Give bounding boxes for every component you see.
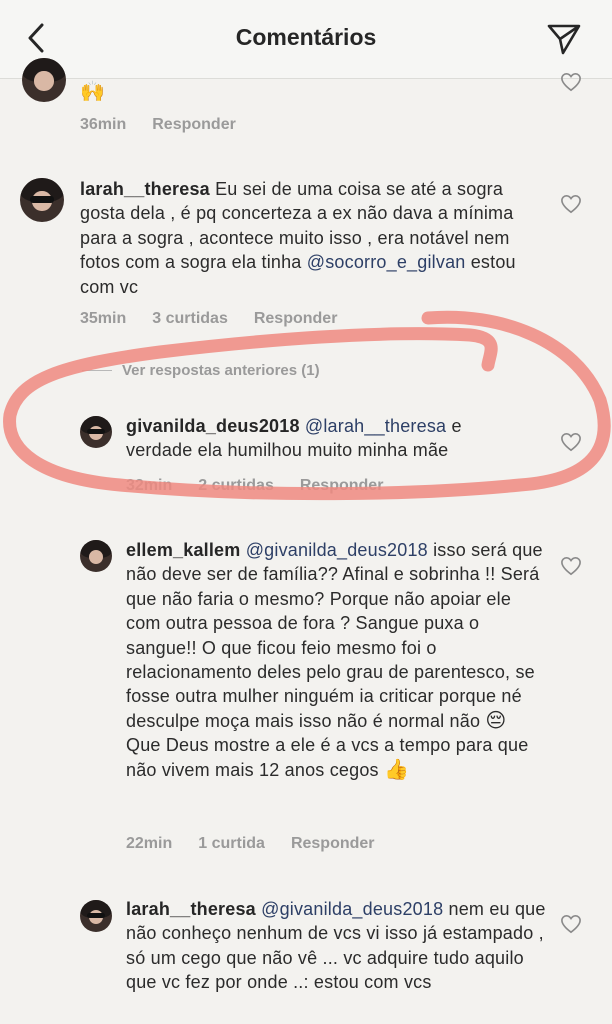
avatar[interactable] <box>80 540 112 572</box>
view-previous-label: Ver respostas anteriores (1) <box>122 362 320 379</box>
comment-body: larah__theresa Eu sei de uma coisa se at… <box>80 177 520 299</box>
page-title: Comentários <box>235 24 377 50</box>
avatar[interactable] <box>20 178 64 222</box>
reply-button[interactable]: Responder <box>152 116 236 134</box>
pensive-emoji: 😔 <box>485 709 507 732</box>
share-button[interactable] <box>544 20 584 58</box>
avatar[interactable] <box>80 416 112 448</box>
comment-meta: 22min 1 curtida Responder <box>126 835 375 853</box>
heart-icon[interactable] <box>560 556 582 576</box>
header-bar: Comentários <box>0 0 612 79</box>
view-previous-replies[interactable]: Ver respostas anteriores (1) <box>82 362 320 379</box>
avatar[interactable] <box>80 900 112 932</box>
comment-time: 32min <box>126 477 173 494</box>
comment-meta: 35min 3 curtidas Responder <box>80 310 337 328</box>
likes-count[interactable]: 1 curtida <box>198 835 265 853</box>
comment-text: isso será que não deve ser de família?? … <box>126 540 543 731</box>
avatar[interactable] <box>22 58 66 102</box>
reply-body: ellem_kallem @givanilda_deus2018 isso se… <box>126 538 546 782</box>
paper-plane-icon <box>547 24 581 55</box>
heart-icon[interactable] <box>560 432 582 452</box>
mention-link[interactable]: @givanilda_deus2018 <box>261 899 443 919</box>
comment-emoji: 🙌 <box>80 81 106 103</box>
reply-button[interactable]: Responder <box>254 310 338 328</box>
reply-button[interactable]: Responder <box>291 835 375 853</box>
reply-button[interactable]: Responder <box>300 477 384 495</box>
comment-time: 35min <box>80 310 127 327</box>
divider <box>82 370 112 371</box>
comment-time: 36min <box>80 116 127 133</box>
reply-body: givanilda_deus2018 @larah__theresa e ver… <box>126 414 516 463</box>
comment-username[interactable]: larah__theresa <box>80 179 210 199</box>
comment-meta: 32min 2 curtidas Responder <box>126 477 383 495</box>
comment-username[interactable]: givanilda_deus2018 <box>126 416 300 436</box>
comment-username[interactable]: larah__theresa <box>126 899 256 919</box>
thumbs-up-emoji: 👍 <box>383 758 410 781</box>
heart-icon[interactable] <box>560 914 582 934</box>
reply-body: larah__theresa @givanilda_deus2018 nem e… <box>126 897 546 995</box>
mention-link[interactable]: @givanilda_deus2018 <box>246 540 428 560</box>
comment-meta: 36min Responder <box>80 116 236 134</box>
likes-count[interactable]: 2 curtidas <box>198 477 274 495</box>
highlight-circle-annotation <box>3 310 611 501</box>
mention-link[interactable]: @socorro_e_gilvan <box>307 252 466 272</box>
likes-count[interactable]: 3 curtidas <box>152 310 228 328</box>
heart-icon[interactable] <box>560 72 582 92</box>
comment-time: 22min <box>126 835 173 852</box>
comment-text: Que Deus mostre a ele é a vcs a tempo pa… <box>126 735 529 780</box>
comment-username[interactable]: ellem_kallem <box>126 540 240 560</box>
mention-link[interactable]: @larah__theresa <box>305 416 446 436</box>
heart-icon[interactable] <box>560 194 582 214</box>
